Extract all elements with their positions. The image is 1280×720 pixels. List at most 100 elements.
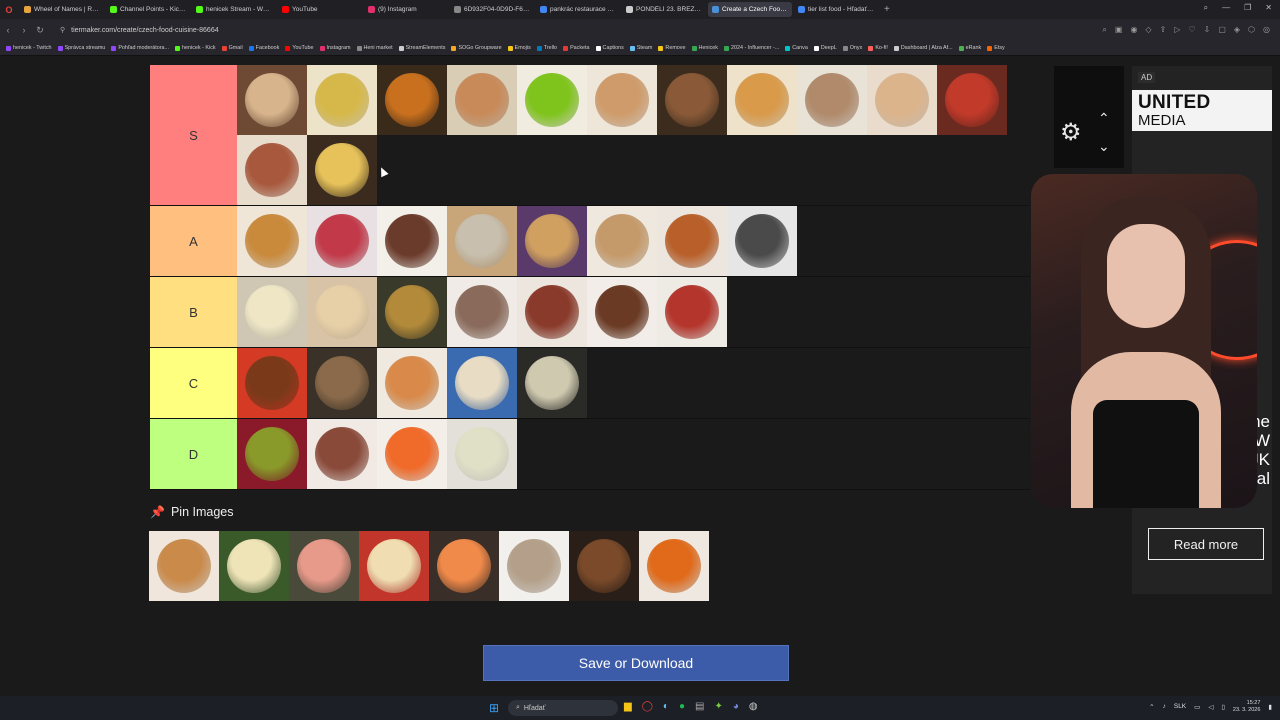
food-item[interactable] [517, 277, 587, 347]
maximize-icon[interactable]: ❐ [1244, 3, 1251, 13]
pin-food-item[interactable] [429, 531, 499, 601]
food-item[interactable] [657, 65, 727, 135]
spotify-icon[interactable]: ● [679, 701, 685, 712]
browser-tab[interactable]: YouTube [278, 2, 362, 17]
food-item[interactable] [307, 277, 377, 347]
microphone-icon[interactable]: ♪ [1163, 703, 1166, 710]
food-item[interactable] [307, 206, 377, 276]
bookmark-item[interactable]: Henicek [691, 45, 718, 51]
food-item[interactable] [447, 277, 517, 347]
bookmark-item[interactable]: Remove [658, 45, 686, 51]
browser-tab[interactable]: tier list food - Hľadať Goo [794, 2, 878, 17]
food-item[interactable] [867, 65, 937, 135]
site-info-icon[interactable]: ⚲ [60, 26, 65, 34]
opera-icon[interactable]: ◯ [642, 701, 653, 712]
battery-icon[interactable]: ▯ [1221, 703, 1225, 711]
bookmark-item[interactable]: Gmail [221, 45, 243, 51]
food-item[interactable] [237, 65, 307, 135]
bookmark-item[interactable]: Packeta [563, 45, 590, 51]
reload-icon[interactable]: ↻ [32, 25, 48, 36]
notifications-icon[interactable]: ▮ [1268, 703, 1272, 711]
bookmark-item[interactable]: Správca streamu [57, 45, 105, 51]
food-item[interactable] [237, 419, 307, 489]
taskbar-search[interactable]: ⌕ Hľadať [508, 700, 618, 716]
pin-food-item[interactable] [289, 531, 359, 601]
food-item[interactable] [307, 65, 377, 135]
food-item[interactable] [517, 348, 587, 418]
bookmark-item[interactable]: Instagram [319, 45, 351, 51]
bookmark-item[interactable]: YouTube [285, 45, 314, 51]
tier-label[interactable]: B [150, 277, 237, 347]
language-indicator[interactable]: SLK [1174, 703, 1186, 710]
browser-tab[interactable]: henicek Stream - Watch Li [192, 2, 276, 17]
bookmark-item[interactable]: Onyx [842, 45, 862, 51]
food-item[interactable] [447, 65, 517, 135]
bookmark-item[interactable]: henicek - Kick [175, 45, 216, 51]
food-item[interactable] [447, 206, 517, 276]
pin-food-item[interactable] [359, 531, 429, 601]
food-item[interactable] [377, 65, 447, 135]
back-icon[interactable]: ‹ [0, 25, 16, 35]
food-item[interactable] [447, 419, 517, 489]
bookmark-item[interactable]: Heni market [356, 45, 393, 51]
camera-icon[interactable]: ◉ [1130, 25, 1137, 35]
share-icon[interactable]: ⇪ [1160, 25, 1167, 35]
extensions-icon[interactable]: ◈ [1234, 25, 1240, 35]
translate-icon[interactable]: ▣ [1115, 25, 1123, 35]
bookmark-item[interactable]: Facebook [248, 45, 279, 51]
bookmark-item[interactable]: Etsy [987, 45, 1005, 51]
food-item[interactable] [727, 206, 797, 276]
steam-icon[interactable]: ◐ [663, 701, 669, 712]
bookmark-item[interactable]: Pohľad moderátora... [111, 45, 169, 51]
browser-tab[interactable]: Create a Czech Food/Cuisine [708, 2, 792, 17]
vpn-icon[interactable]: ◇ [1145, 25, 1151, 35]
browser-tab[interactable]: Wheel of Names | Random [20, 2, 104, 17]
discord-icon[interactable]: ◕ [733, 701, 739, 712]
search-icon[interactable]: ⌕ [1102, 25, 1106, 35]
settings-icon[interactable]: ✦ [714, 701, 722, 712]
pin-food-item[interactable] [149, 531, 219, 601]
chevron-down-icon[interactable]: ⌄ [1098, 138, 1110, 155]
pin-food-item[interactable] [639, 531, 709, 601]
search-tabs-icon[interactable]: ⌕ [1204, 3, 1208, 13]
food-item[interactable] [517, 206, 587, 276]
food-item[interactable] [377, 206, 447, 276]
browser-tab[interactable]: PONDĚLÍ 23. BŘEZNA [622, 2, 706, 17]
ad-read-more-button[interactable]: Read more [1148, 528, 1264, 560]
url-field[interactable]: ⚲ tiermaker.com/create/czech-food-cuisin… [60, 26, 219, 35]
tier-label[interactable]: A [150, 206, 237, 276]
food-item[interactable] [377, 348, 447, 418]
food-item[interactable] [657, 277, 727, 347]
network-icon[interactable]: ▭ [1194, 703, 1200, 711]
forward-icon[interactable]: › [16, 25, 32, 35]
bookmark-item[interactable]: henicek - Twitch [6, 45, 52, 51]
bookmark-item[interactable]: Canva [785, 45, 808, 51]
windows-start-icon[interactable]: ⊞ [489, 701, 499, 715]
food-item[interactable] [377, 277, 447, 347]
new-tab-icon[interactable]: + [884, 4, 890, 15]
save-or-download-button[interactable]: Save or Download [483, 645, 789, 681]
food-item[interactable] [307, 135, 377, 205]
bookmark-item[interactable]: Dashboard | Alza Af... [893, 45, 953, 51]
bookmark-item[interactable]: 2024 - Influencer -... [723, 45, 779, 51]
food-item[interactable] [937, 65, 1007, 135]
food-item[interactable] [447, 348, 517, 418]
food-item[interactable] [307, 419, 377, 489]
bookmark-item[interactable]: SOGo Groupware [451, 45, 502, 51]
bookmark-item[interactable]: DeepL [813, 45, 837, 51]
bookmark-item[interactable]: Steam [629, 45, 652, 51]
chevron-up-icon[interactable]: ⌃ [1098, 110, 1110, 127]
browser-tab[interactable]: (9) Instagram [364, 2, 448, 17]
tier-label[interactable]: S [150, 65, 237, 205]
food-item[interactable] [237, 135, 307, 205]
play-icon[interactable]: ▷ [1174, 25, 1180, 35]
pin-food-item[interactable] [219, 531, 289, 601]
volume-icon[interactable]: ◁ [1208, 703, 1213, 711]
food-item[interactable] [237, 348, 307, 418]
food-item[interactable] [727, 65, 797, 135]
app-icon[interactable]: ▤ [695, 701, 704, 712]
obs-icon[interactable]: ◍ [749, 701, 758, 712]
browser-tab[interactable]: 6D932F04-0D9D-F686-2 [450, 2, 534, 17]
food-item[interactable] [587, 277, 657, 347]
file-explorer-icon[interactable]: ▆ [624, 701, 632, 712]
